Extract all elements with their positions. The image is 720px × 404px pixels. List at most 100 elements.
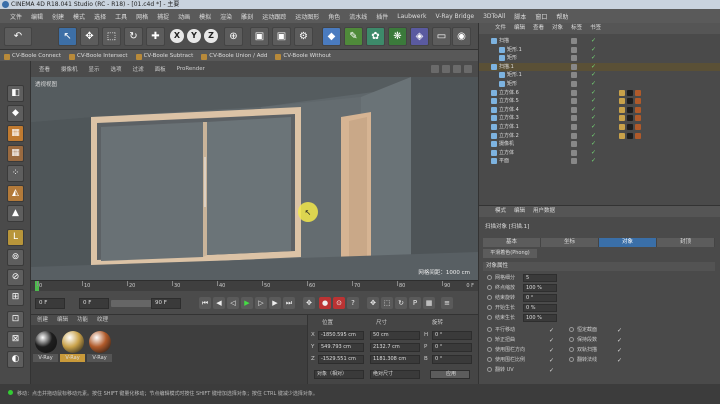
coordinate-system-icon[interactable]: ⊕	[224, 27, 243, 46]
property-value[interactable]: 0 °	[523, 294, 557, 302]
property-value[interactable]: 100 %	[523, 284, 557, 292]
menu-item[interactable]: 模拟	[199, 12, 211, 21]
scale-icon[interactable]: ⬚	[102, 27, 121, 46]
object-menu-item[interactable]: 查看	[533, 23, 544, 34]
material-tag-icon[interactable]	[635, 106, 641, 113]
array-icon[interactable]: ❋	[388, 27, 407, 46]
goto-start-icon[interactable]: ⏮	[199, 297, 211, 309]
plugin-button[interactable]: CV-Boole Intersect	[68, 53, 131, 60]
menu-item[interactable]: 窗口	[535, 12, 547, 21]
prev-frame-icon[interactable]: ◁	[227, 297, 239, 309]
object-row[interactable]: 矩形.1 ✓	[479, 71, 720, 80]
model-mode-icon[interactable]: ◆	[7, 105, 24, 122]
layer-flag[interactable]	[571, 115, 577, 122]
menu-item[interactable]: 运动图形	[295, 12, 319, 21]
object-row[interactable]: 立方体.6 ✓	[479, 89, 720, 98]
material-tag-icon[interactable]	[627, 124, 633, 130]
plugin-button[interactable]: CV-Boole Union / Add	[200, 53, 270, 60]
visibility-check-icon[interactable]: ✓	[591, 89, 596, 98]
animation-dot-icon[interactable]	[569, 357, 574, 362]
object-row[interactable]: 立方体.5 ✓	[479, 97, 720, 106]
visibility-check-icon[interactable]: ✓	[591, 157, 596, 166]
animation-dot-icon[interactable]	[487, 327, 492, 332]
menu-item[interactable]: V-Ray Bridge	[435, 13, 474, 20]
material-tag-icon[interactable]	[619, 106, 625, 113]
layer-flag[interactable]	[571, 124, 577, 130]
material-preview[interactable]	[35, 331, 57, 353]
attribute-tab[interactable]: 封顶	[657, 238, 715, 247]
material-tag-icon[interactable]	[627, 115, 633, 122]
checkbox[interactable]: ✓	[549, 346, 554, 355]
zoom-icon[interactable]	[442, 65, 450, 73]
menu-item[interactable]: 渲染	[220, 12, 232, 21]
material-tag-icon[interactable]	[635, 89, 641, 96]
position-field[interactable]: 549.793 cm	[318, 343, 364, 352]
attribute-menu-item[interactable]: 模式	[495, 206, 506, 217]
menu-item[interactable]: 模式	[73, 12, 85, 21]
checkbox[interactable]: ✓	[549, 336, 554, 345]
undo-icon[interactable]: ↶	[4, 27, 32, 46]
menu-item[interactable]: 脚本	[514, 12, 526, 21]
animation-dot-icon[interactable]	[487, 285, 492, 290]
pla-key-icon[interactable]: ▦	[423, 297, 435, 309]
timeline-menu-icon[interactable]: ≡	[441, 297, 453, 309]
viewport-menu-item[interactable]: 摄像机	[61, 65, 78, 73]
current-frame-field[interactable]: 0 F	[35, 298, 65, 309]
animation-dot-icon[interactable]	[569, 347, 574, 352]
size-field[interactable]: 2132.7 cm	[370, 343, 420, 352]
apply-button[interactable]: 应用	[430, 370, 470, 379]
position-field[interactable]: -1529.551 cm	[318, 355, 364, 364]
play-icon[interactable]: ▶	[241, 297, 253, 309]
layer-flag[interactable]	[571, 141, 577, 148]
material-tag-icon[interactable]	[619, 98, 625, 105]
pen-icon[interactable]: ✎	[344, 27, 363, 46]
animation-dot-icon[interactable]	[569, 327, 574, 332]
material-tag-icon[interactable]	[619, 124, 625, 130]
object-row[interactable]: 摄像机 ✓	[479, 140, 720, 149]
material-tag-icon[interactable]	[635, 124, 641, 130]
goto-end-icon[interactable]: ⏭	[283, 297, 295, 309]
layer-flag[interactable]	[571, 98, 577, 105]
menu-item[interactable]: 文件	[10, 12, 22, 21]
menu-item[interactable]: Laubwerk	[397, 13, 426, 20]
checkbox[interactable]: ✓	[617, 356, 622, 365]
snap-icon[interactable]: ⊘	[7, 269, 24, 286]
attribute-tab[interactable]: 对象	[599, 238, 657, 247]
live-selection-icon[interactable]: ↖	[58, 27, 77, 46]
object-row[interactable]: 扫描.1 ✓	[479, 62, 720, 72]
visibility-check-icon[interactable]: ✓	[591, 63, 596, 72]
rotate-icon[interactable]: ↻	[124, 27, 143, 46]
material-name[interactable]: V-Ray	[87, 354, 112, 362]
axis-mode-icon[interactable]: L	[7, 229, 24, 246]
property-value[interactable]: 5	[523, 274, 557, 282]
material-name[interactable]: V-Ray	[60, 354, 85, 362]
animation-dot-icon[interactable]	[487, 295, 492, 300]
material-tag-icon[interactable]	[619, 132, 625, 139]
menu-item[interactable]: 编辑	[31, 12, 43, 21]
animation-dot-icon[interactable]	[487, 347, 492, 352]
material-tag-icon[interactable]	[619, 115, 625, 122]
next-key-icon[interactable]: ▶	[269, 297, 281, 309]
visibility-check-icon[interactable]: ✓	[591, 149, 596, 158]
viewport-nav-icons[interactable]	[431, 65, 472, 73]
menu-item[interactable]: 雕刻	[241, 12, 253, 21]
material-menu-item[interactable]: 创建	[37, 315, 48, 325]
material-tag-icon[interactable]	[635, 98, 641, 105]
attribute-tab[interactable]: 基本	[483, 238, 541, 247]
material-tag-icon[interactable]	[635, 115, 641, 122]
menu-item[interactable]: 3DToAll	[483, 13, 505, 20]
object-row[interactable]: 立方体 ✓	[479, 149, 720, 158]
rotation-field[interactable]: 0 °	[432, 343, 472, 352]
render-settings-icon[interactable]: ⚙	[294, 27, 313, 46]
rotation-key-icon[interactable]: ↻	[395, 297, 407, 309]
start-frame-field[interactable]: 0 F	[79, 298, 109, 309]
object-menu-item[interactable]: 编辑	[514, 23, 525, 34]
layer-flag[interactable]	[571, 81, 577, 87]
visibility-check-icon[interactable]: ✓	[591, 123, 596, 132]
plugin-button[interactable]: CV-Boole Connect	[3, 53, 64, 60]
menu-item[interactable]: 流水线	[349, 12, 367, 21]
layer-flag[interactable]	[571, 132, 577, 139]
checkbox[interactable]: ✓	[549, 326, 554, 335]
animation-dot-icon[interactable]	[487, 337, 492, 342]
viewport-menu-item[interactable]: 选项	[111, 65, 122, 73]
